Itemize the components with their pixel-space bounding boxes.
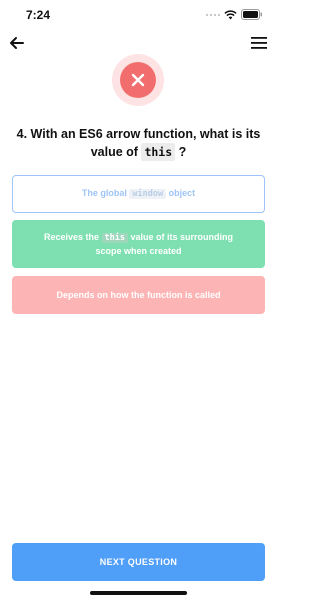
next-question-button[interactable]: NEXT QUESTION bbox=[12, 543, 265, 581]
status-bar: 7:24 bbox=[0, 0, 277, 28]
answer-code: this bbox=[101, 232, 128, 243]
answer-code: window bbox=[129, 189, 167, 199]
wifi-icon bbox=[224, 9, 237, 19]
next-question-label: NEXT QUESTION bbox=[99, 557, 178, 567]
result-indicator bbox=[112, 54, 164, 106]
answer-text: The global window object bbox=[82, 187, 195, 201]
hamburger-menu-icon bbox=[251, 37, 267, 49]
menu-button[interactable] bbox=[251, 36, 267, 50]
answer-text-before: Receives the bbox=[43, 231, 99, 242]
answer-text: Receives the this value of its surroundi… bbox=[30, 231, 247, 258]
status-time: 7:24 bbox=[26, 8, 51, 22]
home-indicator bbox=[90, 591, 187, 595]
quiz-screen: 7:24 4. With an ES6 arrow function, what… bbox=[0, 0, 277, 600]
close-icon bbox=[131, 73, 145, 87]
answer-option-1[interactable]: The global window object bbox=[12, 175, 265, 213]
question-suffix: ? bbox=[178, 145, 187, 159]
incorrect-badge bbox=[120, 62, 156, 98]
answer-option-2[interactable]: Receives the this value of its surroundi… bbox=[12, 220, 265, 268]
question-prefix: 4. With an ES6 arrow function, what is i… bbox=[16, 127, 261, 159]
answer-option-3[interactable]: Depends on how the function is called bbox=[12, 276, 265, 314]
answer-text: Depends on how the function is called bbox=[56, 289, 221, 300]
question-code: this bbox=[141, 143, 176, 161]
signal-icon bbox=[206, 13, 220, 16]
question-text: 4. With an ES6 arrow function, what is i… bbox=[14, 125, 263, 161]
answer-text-after: object bbox=[168, 188, 196, 198]
arrow-left-icon bbox=[10, 37, 24, 49]
status-icons bbox=[206, 9, 263, 20]
battery-icon bbox=[241, 9, 262, 20]
back-button[interactable] bbox=[8, 34, 26, 52]
answer-text-before: The global bbox=[81, 188, 127, 198]
